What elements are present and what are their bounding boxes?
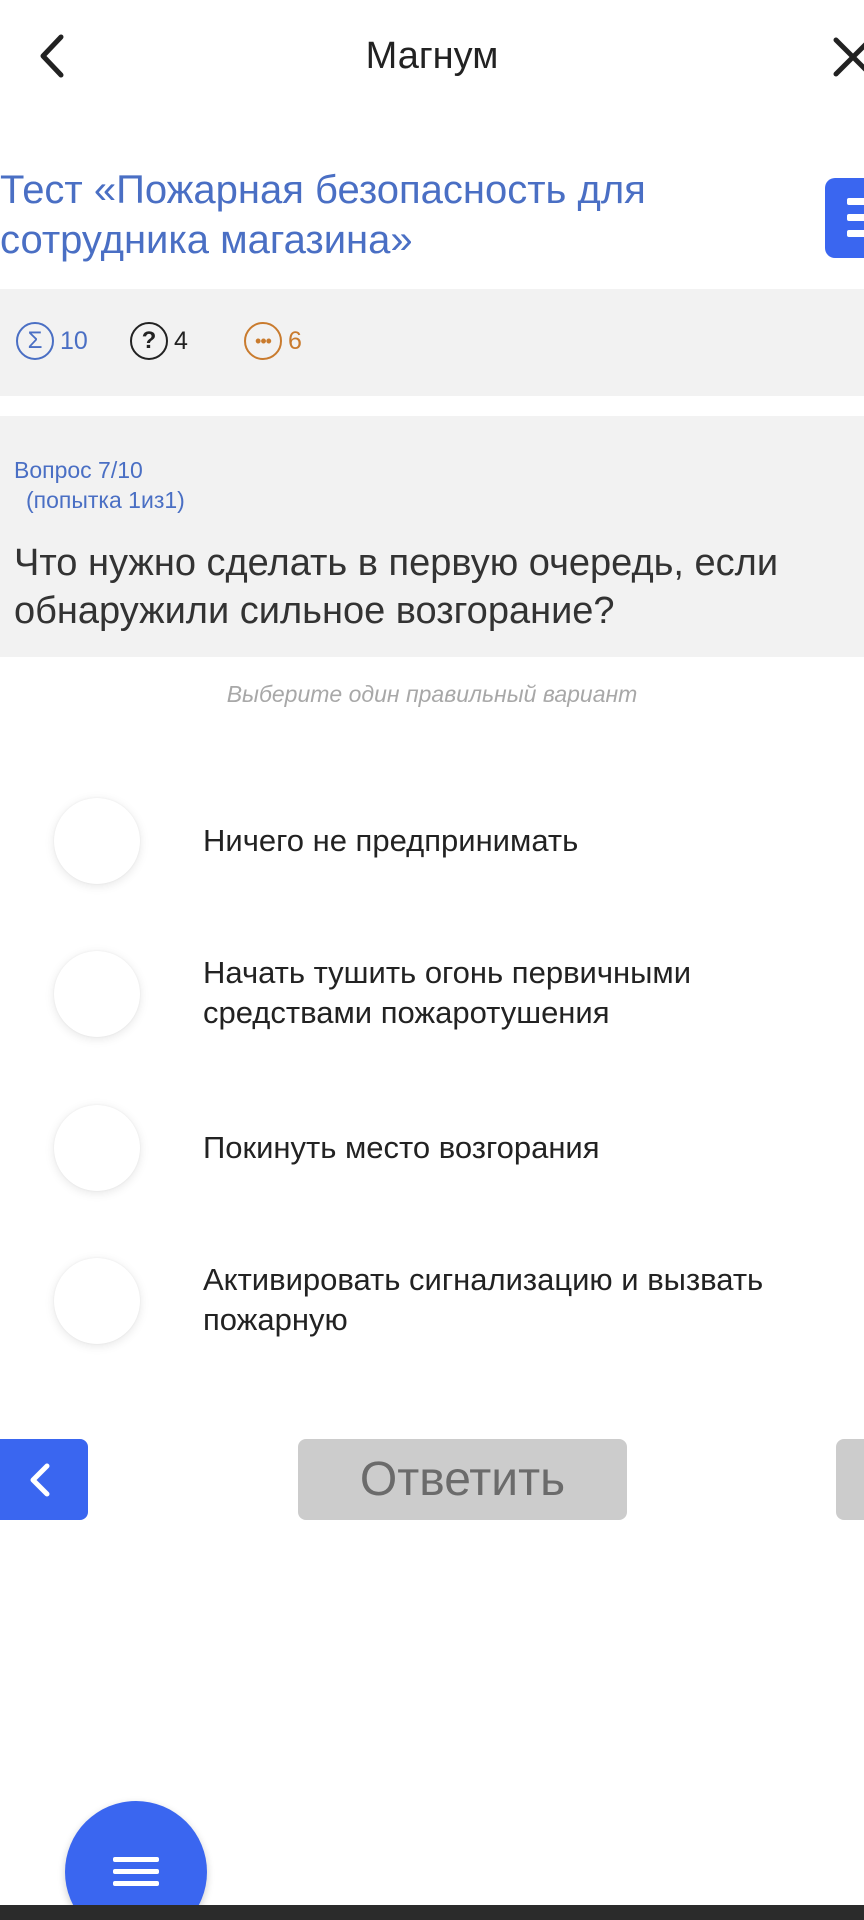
stat-remaining: ••• 6	[244, 321, 302, 361]
radio-button[interactable]	[54, 1258, 140, 1344]
stat-questions-value: 4	[174, 326, 188, 355]
option-label-line: средствами пожаротушения	[203, 995, 610, 1030]
close-button[interactable]	[830, 28, 864, 84]
stat-total-value: 10	[60, 326, 88, 355]
stat-remaining-value: 6	[288, 326, 302, 355]
answer-option[interactable]: Активировать сигнализацию и вызвать пожа…	[0, 1240, 864, 1360]
question-attempt: (попытка 1из1)	[26, 487, 185, 513]
top-bar: Магнум	[0, 0, 864, 112]
option-label-line: Активировать сигнализацию и вызвать	[203, 1262, 764, 1297]
system-navigation-bar	[0, 1905, 864, 1920]
next-question-button[interactable]	[836, 1439, 864, 1520]
radio-button[interactable]	[54, 798, 140, 884]
question-text-line: Что нужно сделать в первую очередь, если	[14, 542, 779, 584]
question-card: Вопрос 7/10 (попытка 1из1) Что нужно сде…	[0, 416, 864, 657]
chevron-left-icon	[30, 1463, 50, 1496]
quiz-screen: Магнум Тест «Пожарная безопасность для с…	[0, 0, 864, 1920]
stats-bar: Σ 10 ? 4 ••• 6	[0, 289, 864, 396]
hamburger-icon	[113, 1857, 159, 1862]
question-circle-icon: ?	[130, 322, 168, 360]
test-title: Тест «Пожарная безопасность для сотрудни…	[0, 165, 760, 265]
test-title-line: Тест «Пожарная безопасность для	[0, 168, 646, 212]
radio-button[interactable]	[54, 951, 140, 1037]
close-icon	[833, 37, 864, 77]
menu-fab-button[interactable]	[65, 1801, 207, 1920]
hamburger-icon-bar	[113, 1881, 159, 1886]
question-number: Вопрос 7/10	[14, 457, 143, 483]
answer-option[interactable]: Начать тушить огонь первичными средствам…	[0, 933, 864, 1053]
option-label-line: Ничего не предпринимать	[203, 823, 579, 858]
list-icon	[847, 198, 864, 205]
list-icon-bar	[847, 214, 864, 221]
option-label: Ничего не предпринимать	[203, 821, 863, 861]
test-title-line: сотрудника магазина»	[0, 218, 413, 262]
stat-questions: ? 4	[130, 321, 188, 361]
list-icon-bar	[847, 230, 864, 237]
more-circle-icon: •••	[244, 322, 282, 360]
app-title: Магнум	[365, 35, 499, 77]
question-list-button[interactable]	[825, 178, 864, 258]
answer-hint: Выберите один правильный вариант	[226, 681, 638, 707]
radio-button[interactable]	[54, 1105, 140, 1191]
option-label: Покинуть место возгорания	[203, 1128, 863, 1168]
question-text-line: обнаружили сильное возгорание?	[14, 590, 615, 632]
option-label-line: пожарную	[203, 1302, 348, 1337]
question-text: Что нужно сделать в первую очередь, если…	[14, 539, 864, 635]
sigma-icon: Σ	[16, 322, 54, 360]
option-label: Начать тушить огонь первичными средствам…	[203, 953, 863, 1033]
answer-option[interactable]: Покинуть место возгорания	[0, 1087, 864, 1207]
option-label: Активировать сигнализацию и вызвать пожа…	[203, 1260, 863, 1340]
answer-button[interactable]: Ответить	[298, 1439, 627, 1520]
answer-option[interactable]: Ничего не предпринимать	[0, 780, 864, 900]
stat-total: Σ 10	[16, 321, 88, 361]
option-label-line: Начать тушить огонь первичными	[203, 955, 692, 990]
hamburger-icon-bar	[113, 1869, 159, 1874]
option-label-line: Покинуть место возгорания	[203, 1130, 600, 1165]
previous-question-button[interactable]	[0, 1439, 88, 1520]
